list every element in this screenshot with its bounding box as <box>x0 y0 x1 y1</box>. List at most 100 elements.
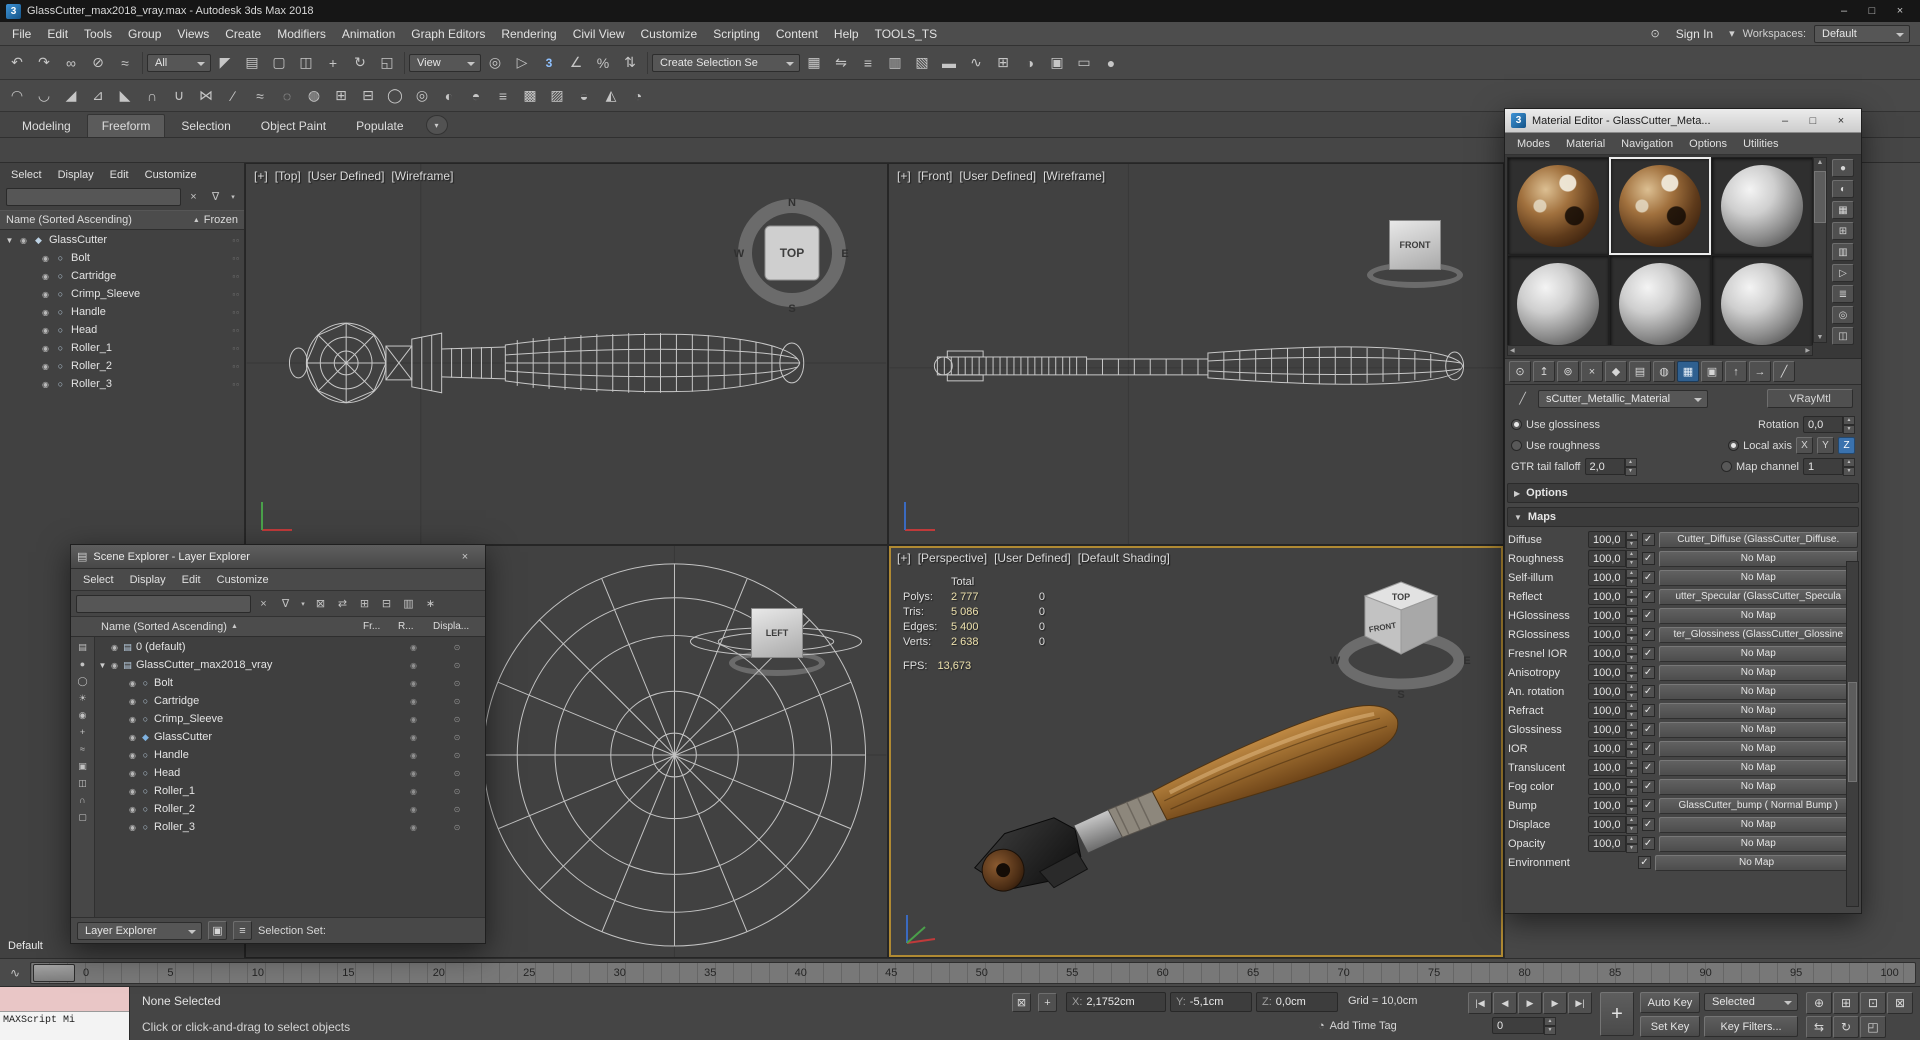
search-input[interactable] <box>76 594 251 613</box>
isoline-display-icon[interactable]: ≡ <box>490 83 516 109</box>
z-coordinate-field[interactable]: Z: 0,0cm <box>1256 992 1338 1012</box>
menu-item[interactable]: Graph Editors <box>403 24 493 44</box>
render-setup-icon[interactable]: ▣ <box>1044 50 1070 76</box>
selection-filter-dropdown[interactable]: All <box>147 53 211 72</box>
ignore-backfacing-icon[interactable]: ◐ <box>436 83 462 109</box>
turbosmooth-icon[interactable]: ◒ <box>571 83 597 109</box>
key-filters-button[interactable]: Key Filters... <box>1704 1016 1798 1037</box>
viewport-general-menu[interactable]: [+] <box>254 169 268 183</box>
map-button[interactable]: No Map <box>1658 550 1858 567</box>
sample-type-icon[interactable]: ● <box>1832 159 1854 177</box>
column-frozen[interactable]: Frozen <box>204 214 238 226</box>
display-groups-icon[interactable]: ▣ <box>74 758 92 774</box>
map-button[interactable]: Cutter_Diffuse (GlassCutter_Diffuse. <box>1658 531 1858 548</box>
orbit-icon[interactable]: ↻ <box>1833 1016 1859 1038</box>
display-bones-icon[interactable]: ∩ <box>74 792 92 808</box>
bind-to-space-warp-icon[interactable]: ≈ <box>112 50 138 76</box>
window-crossing-icon[interactable]: ◫ <box>293 50 319 76</box>
workspace-dropdown[interactable]: Default <box>1814 24 1910 43</box>
ribbon-config-icon[interactable]: ▾ <box>425 115 448 135</box>
curve-editor-icon[interactable]: ∿ <box>963 50 989 76</box>
tree-row[interactable]: ◉ ○ Bolt ▫▫ <box>0 249 244 267</box>
cut-icon[interactable]: ⋈ <box>193 83 219 109</box>
dock-menu-item[interactable]: Select <box>4 167 49 183</box>
map-amount-spinner[interactable]: 100,0 ▲ ▼ <box>1588 835 1638 853</box>
quickslice-icon[interactable]: ∕ <box>220 83 246 109</box>
material-editor-menu-item[interactable]: Utilities <box>1735 136 1786 152</box>
menu-item[interactable]: Scripting <box>705 24 768 44</box>
grow-selection-icon[interactable]: ⊞ <box>328 83 354 109</box>
viewport-shading-menu[interactable]: [Wireframe] <box>391 169 453 183</box>
render-production-icon[interactable]: ● <box>1098 50 1124 76</box>
mirror-icon[interactable]: ⇋ <box>828 50 854 76</box>
go-to-start-icon[interactable]: |◀ <box>1468 992 1492 1014</box>
hide-by-category-icon[interactable]: ▥ <box>399 594 418 613</box>
material-slot[interactable] <box>1609 255 1711 353</box>
map-button[interactable]: No Map <box>1658 816 1858 833</box>
set-key-button[interactable]: Set Key <box>1640 1016 1700 1037</box>
toggle-layer-explorer-icon[interactable]: ▧ <box>909 50 935 76</box>
swift-loop-icon[interactable]: ◡ <box>31 83 57 109</box>
expander-icon[interactable]: ▼ <box>4 236 15 245</box>
map-amount-spinner[interactable]: 100,0 ▲ ▼ <box>1588 778 1638 796</box>
snap-toggle-icon[interactable]: 3 <box>536 50 562 76</box>
viewport-pov-menu[interactable]: [Front] <box>918 169 953 183</box>
map-button[interactable]: No Map <box>1658 702 1858 719</box>
search-input[interactable] <box>6 187 181 206</box>
layer-row[interactable]: ◉ ◆ GlassCutter ◉ ⊙ <box>95 728 485 746</box>
map-button[interactable]: ter_Glossiness (GlassCutter_Glossine <box>1658 626 1858 643</box>
material-editor-menu-item[interactable]: Material <box>1558 136 1613 152</box>
menu-item[interactable]: Tools <box>76 24 120 44</box>
show-cage-icon[interactable]: ▩ <box>517 83 543 109</box>
auto-key-button[interactable]: Auto Key <box>1640 992 1700 1013</box>
sync-selection-icon[interactable]: ⇄ <box>333 594 352 613</box>
show-map-in-viewport-icon[interactable]: ▦ <box>1677 361 1699 382</box>
go-to-end-icon[interactable]: ▶| <box>1568 992 1592 1014</box>
menu-item[interactable]: TOOLS_TS <box>867 24 945 44</box>
zoom-extents-icon[interactable]: ⊡ <box>1860 992 1886 1014</box>
menu-item[interactable]: Edit <box>39 24 76 44</box>
y-coordinate-field[interactable]: Y: -5,1cm <box>1170 992 1252 1012</box>
map-amount-spinner[interactable]: 100,0 ▲ ▼ <box>1588 645 1638 663</box>
close-icon[interactable]: × <box>1827 113 1855 129</box>
material-slot[interactable] <box>1507 157 1609 255</box>
go-to-parent-icon[interactable]: ↑ <box>1725 361 1747 382</box>
close-icon[interactable]: × <box>1886 2 1914 20</box>
render-cell[interactable]: ◉ <box>396 715 431 724</box>
map-enable-checkbox[interactable]: ✓ <box>1641 685 1655 698</box>
display-cell[interactable]: ⊙ <box>431 769 483 778</box>
dock-menu-item[interactable]: Edit <box>103 167 136 183</box>
redo-icon[interactable]: ↷ <box>31 50 57 76</box>
rendered-frame-window-icon[interactable]: ▭ <box>1071 50 1097 76</box>
layer-row[interactable]: ▼ ◉ ▤ GlassCutter_max2018_vray ◉ ⊙ <box>95 656 485 674</box>
visibility-icon[interactable]: ◉ <box>126 805 139 814</box>
material-slot[interactable] <box>1609 157 1711 255</box>
axis-z-button[interactable]: Z <box>1838 437 1855 454</box>
absolute-mode-toggle[interactable]: + <box>1038 993 1057 1012</box>
put-to-library-icon[interactable]: ▤ <box>1629 361 1651 382</box>
visibility-icon[interactable]: ◉ <box>17 236 30 245</box>
map-button[interactable]: No Map <box>1655 854 1858 871</box>
use-glossiness-radio[interactable] <box>1511 419 1522 430</box>
map-amount-spinner[interactable]: 100,0 ▲ ▼ <box>1588 797 1638 815</box>
display-cell[interactable]: ⊙ <box>431 823 483 832</box>
bridge-icon[interactable]: ∩ <box>139 83 165 109</box>
explorer-menu-item[interactable]: Edit <box>174 572 209 588</box>
reference-coordinate-dropdown[interactable]: View <box>409 53 481 72</box>
menu-item[interactable]: File <box>4 24 39 44</box>
display-cell[interactable]: ⊙ <box>431 751 483 760</box>
toggle-scene-explorer-icon[interactable]: ▥ <box>882 50 908 76</box>
angle-snap-icon[interactable]: ∠ <box>563 50 589 76</box>
use-roughness-radio[interactable] <box>1511 440 1522 451</box>
local-axis-radio[interactable] <box>1728 440 1740 451</box>
menu-item[interactable]: Animation <box>334 24 403 44</box>
menu-item[interactable]: Group <box>120 24 169 44</box>
menu-item[interactable]: Content <box>768 24 826 44</box>
viewcube[interactable]: N E S W TOP <box>727 188 857 321</box>
time-ruler[interactable]: 0 5 10 15 20 25 30 35 40 45 50 55 60 65 70 75 80 85 90 95 10… <box>30 961 1916 984</box>
display-cell[interactable]: ⊙ <box>431 643 483 652</box>
material-name-dropdown[interactable]: sCutter_Metallic_Material <box>1538 389 1708 408</box>
visibility-icon[interactable]: ◉ <box>126 733 139 742</box>
visibility-icon[interactable]: ◉ <box>39 380 52 389</box>
dock-menu-item[interactable]: Display <box>51 167 101 183</box>
